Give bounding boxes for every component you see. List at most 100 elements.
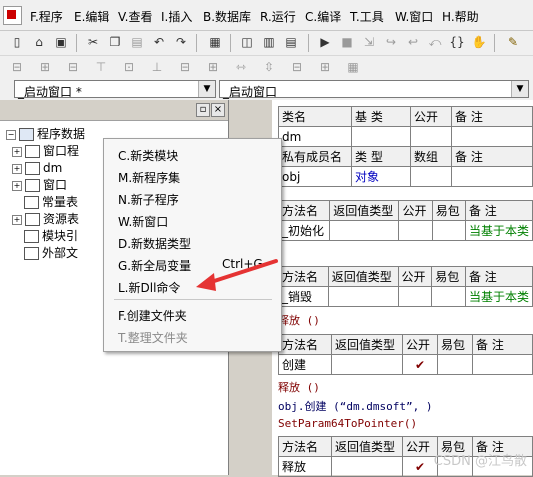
- braces-icon[interactable]: {}: [448, 34, 466, 50]
- member-note-cell[interactable]: [451, 166, 533, 187]
- align-top-icon[interactable]: ⊤: [92, 59, 110, 75]
- paste-icon[interactable]: ▤: [128, 34, 146, 50]
- save-icon[interactable]: ▣: [52, 34, 70, 50]
- tree-item[interactable]: + dm: [12, 160, 62, 176]
- step-into-icon[interactable]: ⇲: [360, 34, 378, 50]
- v-spacing-icon[interactable]: ⇳: [260, 59, 278, 75]
- step-back-icon[interactable]: ⤺: [426, 34, 444, 50]
- align-center-icon[interactable]: ⊞: [36, 59, 54, 75]
- open-file-icon[interactable]: ⌂: [30, 34, 48, 50]
- public-check-icon[interactable]: ✔: [402, 456, 438, 477]
- align-right-icon[interactable]: ⊟: [64, 59, 82, 75]
- menu-new-dll-command[interactable]: L.新Dll命令: [118, 279, 180, 296]
- class-name-cell[interactable]: dm: [278, 126, 352, 147]
- center-v-icon[interactable]: ⊞: [316, 59, 334, 75]
- tree-root[interactable]: − 程序数据: [6, 126, 85, 142]
- code-line[interactable]: 释放 (): [278, 379, 320, 395]
- event-combo[interactable]: _启动窗口 ▼: [219, 80, 529, 99]
- copy-icon[interactable]: ❐: [106, 34, 124, 50]
- layout-3-icon[interactable]: ▤: [282, 34, 300, 50]
- method-note-cell[interactable]: [472, 354, 533, 375]
- grid-icon[interactable]: ▦: [344, 59, 362, 75]
- method-return-cell[interactable]: [327, 286, 399, 307]
- menu-run[interactable]: R.运行: [260, 8, 296, 25]
- class-base-cell[interactable]: [351, 126, 411, 147]
- center-h-icon[interactable]: ⊟: [288, 59, 306, 75]
- panel-pin-icon[interactable]: ▫: [196, 103, 210, 117]
- code-line[interactable]: SetParam64ToPointer(): [278, 417, 417, 430]
- menu-new-window[interactable]: W.新窗口: [118, 213, 168, 230]
- member-type-cell[interactable]: 对象: [351, 166, 411, 187]
- align-bottom-icon[interactable]: ⊥: [148, 59, 166, 75]
- new-file-icon[interactable]: ▯: [8, 34, 26, 50]
- method-return-cell[interactable]: [331, 354, 403, 375]
- menu-help[interactable]: H.帮助: [442, 8, 479, 25]
- undo-icon[interactable]: ↶: [150, 34, 168, 50]
- method-name-cell[interactable]: 释放: [278, 456, 332, 477]
- code-line[interactable]: 释放 (): [278, 312, 320, 328]
- run-icon[interactable]: ▶: [316, 34, 334, 50]
- cut-icon[interactable]: ✂: [84, 34, 102, 50]
- object-combo[interactable]: _启动窗口 * ▼: [14, 80, 216, 99]
- layout-2-icon[interactable]: ▥: [260, 34, 278, 50]
- menu-database[interactable]: B.数据库: [203, 8, 251, 25]
- method-return-cell[interactable]: [331, 456, 403, 477]
- member-array-cell[interactable]: [410, 166, 452, 187]
- align-left-icon[interactable]: ⊟: [8, 59, 26, 75]
- menu-view[interactable]: V.查看: [118, 8, 152, 25]
- menu-tools[interactable]: T.工具: [350, 8, 384, 25]
- h-spacing-icon[interactable]: ⇿: [232, 59, 250, 75]
- stop-icon[interactable]: ■: [338, 34, 356, 50]
- menu-program[interactable]: F.程序: [30, 8, 63, 25]
- menu-new-class-module[interactable]: C.新类模块: [118, 147, 178, 164]
- menu-new-data-type[interactable]: D.新数据类型: [118, 235, 191, 252]
- layout-1-icon[interactable]: ◫: [238, 34, 256, 50]
- hand-icon[interactable]: ✋: [470, 34, 488, 50]
- method-easy-cell[interactable]: [437, 354, 473, 375]
- public-check-icon[interactable]: ✔: [402, 354, 438, 375]
- method-note-cell[interactable]: 当基于本类: [464, 286, 533, 307]
- tree-item[interactable]: + 窗口: [12, 177, 67, 193]
- tree-item[interactable]: 常量表: [24, 194, 78, 210]
- menu-new-subroutine[interactable]: N.新子程序: [118, 191, 179, 208]
- code-line[interactable]: obj.创建 (“dm.dmsoft”, ): [278, 398, 432, 414]
- step-over-icon[interactable]: ↪: [382, 34, 400, 50]
- class-public-cell[interactable]: [410, 126, 452, 147]
- redo-icon[interactable]: ↷: [172, 34, 190, 50]
- expand-icon[interactable]: +: [12, 180, 22, 191]
- menu-new-program-set[interactable]: M.新程序集: [118, 169, 180, 186]
- menu-organize-folder[interactable]: T.整理文件夹: [118, 329, 188, 346]
- app-icon[interactable]: [3, 6, 22, 25]
- menu-new-global-variable[interactable]: G.新全局变量: [118, 257, 191, 274]
- align-middle-icon[interactable]: ⊡: [120, 59, 138, 75]
- collapse-icon[interactable]: −: [6, 129, 16, 140]
- method-easy-cell[interactable]: [431, 220, 466, 241]
- menu-compile[interactable]: C.编译: [305, 8, 341, 25]
- chevron-down-icon[interactable]: ▼: [198, 81, 215, 97]
- wrench-icon[interactable]: ✎: [504, 34, 522, 50]
- expand-icon[interactable]: +: [12, 214, 22, 225]
- expand-icon[interactable]: +: [12, 163, 22, 174]
- member-name-cell[interactable]: obj: [278, 166, 352, 187]
- chevron-down-icon[interactable]: ▼: [511, 81, 528, 97]
- method-name-cell[interactable]: _初始化: [277, 220, 331, 241]
- tree-item[interactable]: 模块引: [24, 228, 78, 244]
- menu-window[interactable]: W.窗口: [395, 8, 433, 25]
- menu-edit[interactable]: E.编辑: [74, 8, 109, 25]
- tree-item[interactable]: 外部文: [24, 245, 78, 261]
- tree-item[interactable]: + 资源表: [12, 211, 79, 227]
- expand-icon[interactable]: +: [12, 146, 22, 157]
- class-note-cell[interactable]: [451, 126, 533, 147]
- properties-icon[interactable]: ▦: [206, 34, 224, 50]
- tree-item[interactable]: + 窗口程: [12, 143, 79, 159]
- method-name-cell[interactable]: 创建: [278, 354, 332, 375]
- same-height-icon[interactable]: ⊞: [204, 59, 222, 75]
- method-public-cell[interactable]: [397, 286, 433, 307]
- method-name-cell[interactable]: _销毁: [278, 286, 329, 307]
- method-easy-cell[interactable]: [431, 286, 466, 307]
- method-public-cell[interactable]: [398, 220, 433, 241]
- step-out-icon[interactable]: ↩: [404, 34, 422, 50]
- menu-create-folder[interactable]: F.创建文件夹: [118, 307, 187, 324]
- menu-insert[interactable]: I.插入: [161, 8, 192, 25]
- method-note-cell[interactable]: 当基于本类: [464, 220, 533, 241]
